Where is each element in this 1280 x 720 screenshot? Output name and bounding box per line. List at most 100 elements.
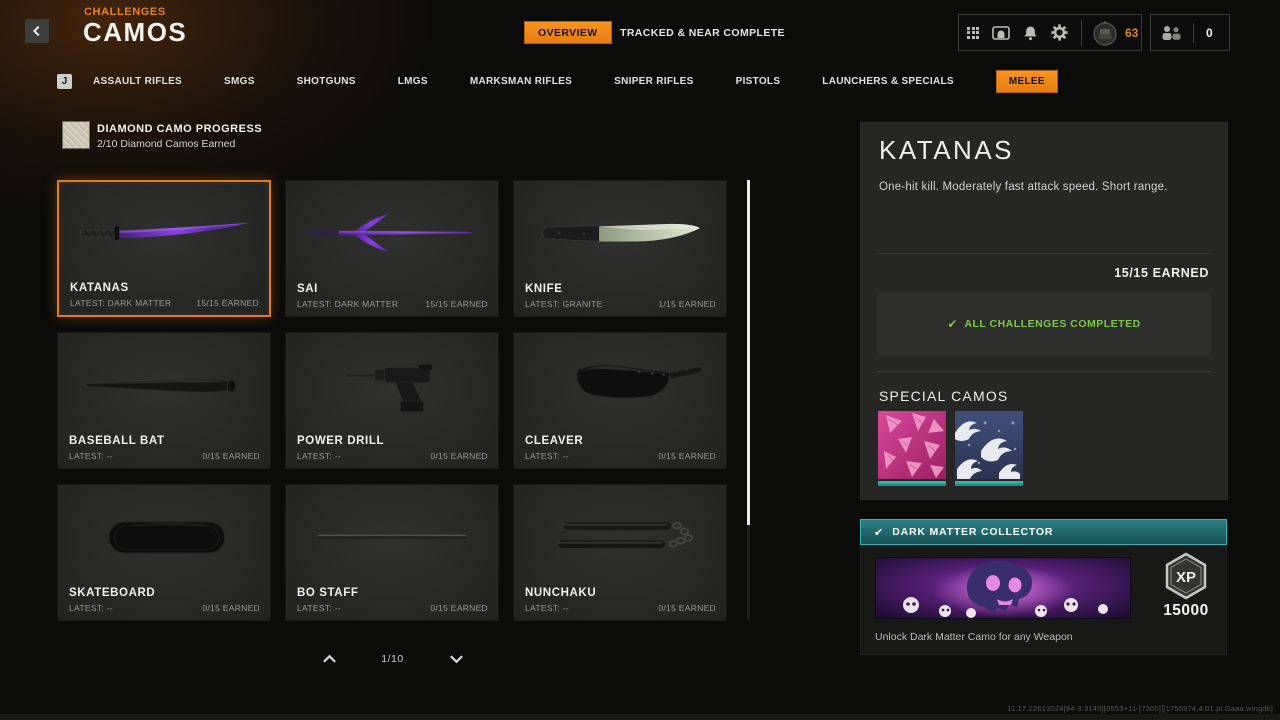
chevron-up-icon [322, 654, 336, 663]
grid-icon [967, 26, 979, 39]
tab-marksman-rifles[interactable]: MARKSMAN RIFLES [470, 76, 572, 87]
hud-icon-bar: 63 [958, 14, 1142, 51]
page-down-button[interactable] [447, 652, 465, 666]
weapon-detail-panel: KATANAS One-hit kill. Moderately fast at… [860, 122, 1228, 500]
xp-hexagon-icon: XP [1162, 552, 1210, 600]
weapon-card-knife[interactable]: KNIFE LATEST: GRANITE 1/15 EARNED [513, 180, 727, 317]
weapon-latest-camo: LATEST: GRANITE [525, 299, 603, 309]
detail-title: KATANAS [879, 135, 1015, 165]
page-title: CAMOS [83, 17, 188, 47]
weapon-name: BASEBALL BAT [69, 435, 165, 447]
tab-melee[interactable]: MELEE [995, 70, 1058, 93]
pink-petals-camo-icon [878, 411, 946, 479]
weapon-card-skateboard[interactable]: SKATEBOARD LATEST: -- 0/15 EARNED [57, 484, 271, 621]
weapon-name: SAI [297, 283, 318, 295]
sai-icon [286, 187, 498, 279]
weapon-earned-count: 0/15 EARNED [430, 451, 488, 461]
weapon-latest-camo: LATEST: -- [297, 451, 341, 461]
weapon-latest-camo: LATEST: DARK MATTER [70, 298, 172, 308]
bell-icon[interactable] [1023, 24, 1038, 42]
tab-shotguns[interactable]: SHOTGUNS [297, 76, 356, 87]
weapon-earned-count: 0/15 EARNED [202, 451, 260, 461]
store-icon[interactable] [992, 24, 1010, 42]
weapon-card-katanas[interactable]: KATANAS LATEST: DARK MATTER 15/15 EARNED [57, 180, 271, 317]
weapon-latest-camo: LATEST: -- [525, 603, 569, 613]
build-version: 11.17.22613024[94-3.3145][0553+11-[7300]… [1007, 704, 1273, 713]
katana-icon [59, 188, 269, 280]
category-tabs: ASSAULT RIFLES SMGS SHOTGUNS LMGS MARKSMAN R… [93, 70, 1058, 93]
weapon-name: KNIFE [525, 283, 563, 295]
weapon-name: CLEAVER [525, 435, 584, 447]
camo-earned-bar [878, 481, 946, 486]
rank-level: 63 [1125, 25, 1139, 40]
weapon-latest-camo: LATEST: -- [69, 603, 113, 613]
special-camos-title: SPECIAL CAMOS [879, 388, 1009, 404]
page-up-button[interactable] [320, 652, 338, 666]
xp-reward-value: 15000 [1163, 602, 1209, 619]
cleaver-icon [514, 339, 726, 431]
bottom-strip [0, 714, 1280, 720]
weapon-card-sai[interactable]: SAI LATEST: DARK MATTER 15/15 EARNED [285, 180, 499, 317]
tab-pistols[interactable]: PISTOLS [736, 76, 781, 87]
knife-icon [514, 187, 726, 279]
tab-launchers-specials[interactable]: LAUNCHERS & SPECIALS [822, 76, 954, 87]
weapon-name: KATANAS [70, 282, 129, 294]
diamond-progress-title: DIAMOND CAMO PROGRESS [97, 123, 263, 135]
weapon-latest-camo: LATEST: -- [297, 603, 341, 613]
nunchaku-icon [514, 491, 726, 583]
tab-tracked-near-complete[interactable]: TRACKED & NEAR COMPLETE [620, 27, 785, 39]
weapon-grid: KATANAS LATEST: DARK MATTER 15/15 EARNED S… [57, 180, 727, 621]
tab-overview[interactable]: OVERVIEW [524, 21, 612, 44]
grid-scrollbar[interactable] [747, 180, 750, 620]
weapon-latest-camo: LATEST: DARK MATTER [297, 299, 399, 309]
special-camo-wave[interactable] [955, 411, 1023, 486]
bat-icon [58, 339, 270, 431]
camo-earned-bar [955, 481, 1023, 486]
page-indicator: 1/10 [381, 653, 404, 665]
weapon-earned-count: 0/15 EARNED [430, 603, 488, 613]
special-camo-pink-petals[interactable] [878, 411, 946, 486]
back-chevron-icon [32, 25, 40, 37]
challenges-completed-banner: ✔ ALL CHALLENGES COMPLETED [877, 292, 1211, 356]
weapon-earned-count: 0/15 EARNED [202, 603, 260, 613]
weapon-name: BO STAFF [297, 587, 359, 599]
weapon-card-bo-staff[interactable]: BO STAFF LATEST: -- 0/15 EARNED [285, 484, 499, 621]
weapon-name: POWER DRILL [297, 435, 385, 447]
grid-scrollbar-thumb[interactable] [747, 180, 750, 525]
xp-label: XP [1176, 569, 1196, 586]
rank-emblem-icon [1093, 20, 1117, 46]
collector-title: DARK MATTER COLLECTOR [892, 526, 1054, 538]
pagination: 1/10 [320, 652, 465, 666]
rank-emblem-group[interactable]: 63 [1081, 19, 1139, 46]
tab-smgs[interactable]: SMGS [224, 76, 255, 87]
weapon-name: NUNCHAKU [525, 587, 597, 599]
completed-label: ALL CHALLENGES COMPLETED [964, 318, 1141, 330]
keybind-hint-j: J [57, 74, 72, 89]
dark-matter-artwork [875, 557, 1131, 619]
weapon-card-nunchaku[interactable]: NUNCHAKU LATEST: -- 0/15 EARNED [513, 484, 727, 621]
weapon-earned-count: 1/15 EARNED [658, 299, 716, 309]
skateboard-icon [58, 491, 270, 583]
wave-camo-icon [955, 411, 1023, 479]
weapon-card-cleaver[interactable]: CLEAVER LATEST: -- 0/15 EARNED [513, 332, 727, 469]
tab-assault-rifles[interactable]: ASSAULT RIFLES [93, 76, 182, 87]
tab-lmgs[interactable]: LMGS [398, 76, 428, 87]
check-icon: ✔ [874, 526, 884, 539]
dark-matter-collector-card[interactable]: ✔ DARK MATTER COLLECTOR XP 15000 Unlock … [860, 519, 1227, 655]
friends-widget[interactable]: 0 [1150, 14, 1230, 51]
weapon-latest-camo: LATEST: -- [525, 451, 569, 461]
collector-header: ✔ DARK MATTER COLLECTOR [860, 519, 1227, 545]
gear-icon[interactable] [1051, 24, 1068, 42]
weapon-card-power-drill[interactable]: POWER DRILL LATEST: -- 0/15 EARNED [285, 332, 499, 469]
tab-sniper-rifles[interactable]: SNIPER RIFLES [614, 76, 693, 87]
check-icon: ✔ [947, 317, 958, 331]
divider [877, 253, 1211, 254]
weapon-name: SKATEBOARD [69, 587, 156, 599]
diamond-progress-subtitle: 2/10 Diamond Camos Earned [97, 138, 236, 150]
weapon-card-baseball-bat[interactable]: BASEBALL BAT LATEST: -- 0/15 EARNED [57, 332, 271, 469]
friends-icon [1162, 25, 1181, 40]
grid-menu-icon[interactable] [967, 24, 979, 42]
back-button[interactable] [25, 19, 49, 43]
special-camos-row [878, 411, 1023, 486]
weapon-earned-count: 0/15 EARNED [658, 603, 716, 613]
